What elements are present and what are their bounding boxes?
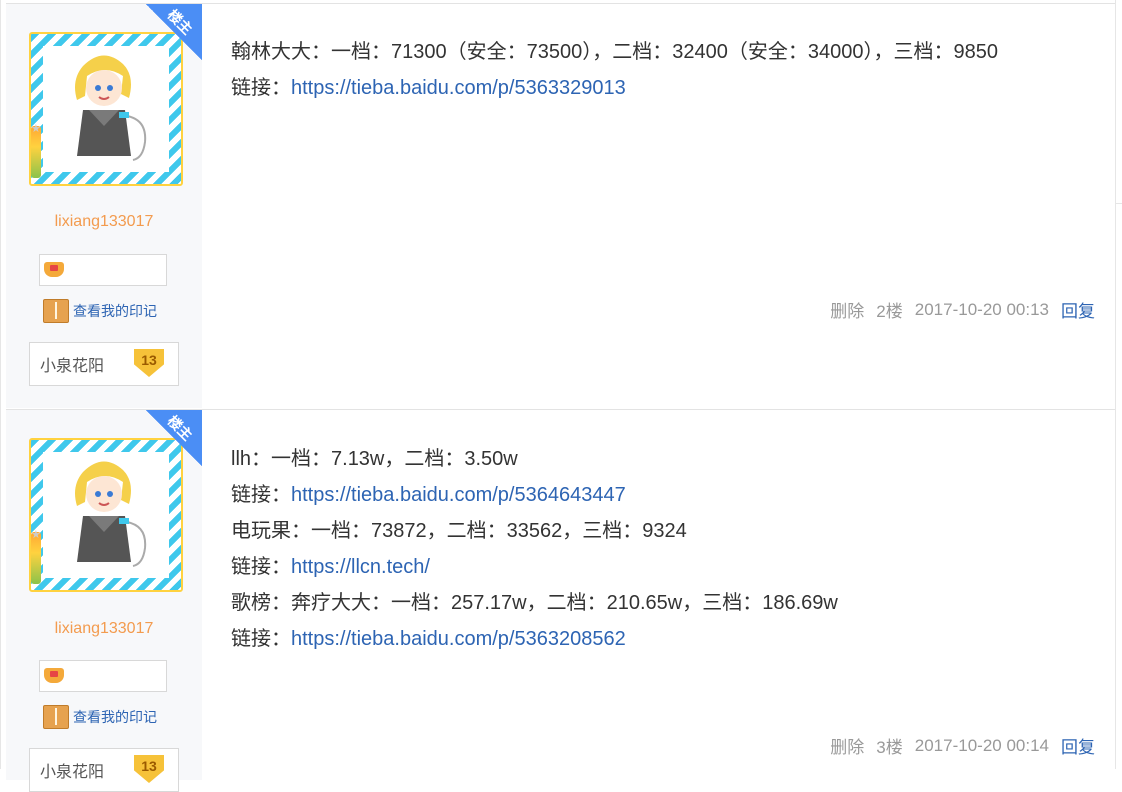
content-line: 歌榜：奔疗大大：一档：257.17w，二档：210.65w，三档：186.69w [231, 585, 1115, 621]
view-my-marks-label: 查看我的印记 [73, 303, 157, 319]
floor-number: 3楼 [876, 738, 903, 757]
anime-character-icon [75, 55, 147, 161]
reply-button[interactable]: 回复 [1061, 297, 1095, 322]
author-panel: ★ 楼主 lixiang133017 查看我的印记 小泉花阳 13 [6, 4, 202, 408]
view-my-marks-link[interactable]: 查看我的印记 [43, 298, 157, 324]
page-right-border [1115, 0, 1116, 769]
content-text: 歌榜：奔疗大大：一档：257.17w，二档：210.65w，三档：186.69w [231, 592, 838, 614]
content-link[interactable]: https://llcn.tech/ [291, 556, 430, 578]
honor-badge-icon [44, 668, 64, 683]
delete-button[interactable]: 删除 [830, 733, 864, 758]
fan-badge[interactable]: 小泉花阳 13 [29, 342, 179, 386]
content-text: 翰林大大：一档：71300（安全：73500），二档：32400（安全：3400… [231, 41, 998, 63]
floor-number: 2楼 [876, 302, 903, 321]
content-text: 链接： [231, 628, 291, 650]
avatar-image [43, 452, 169, 578]
content-line: 链接：https://tieba.baidu.com/p/5363208562 [231, 621, 1115, 657]
content-text: 链接： [231, 556, 291, 578]
post-meta: 删除 3楼 2017-10-20 00:14 回复 [830, 733, 1095, 758]
scroll-divider [1116, 203, 1122, 204]
reply-button[interactable]: 回复 [1061, 733, 1095, 758]
fan-badge-name: 小泉花阳 [40, 356, 105, 375]
op-badge-label: 楼主 [164, 412, 196, 444]
content-link[interactable]: https://tieba.baidu.com/p/5363329013 [291, 77, 626, 99]
content-line: llh：一档：7.13w，二档：3.50w [231, 441, 1115, 477]
content-line: 翰林大大：一档：71300（安全：73500），二档：32400（安全：3400… [231, 34, 1115, 70]
post-content: llh：一档：7.13w，二档：3.50w 链接：https://tieba.b… [231, 441, 1115, 657]
level-gem-icon: 13 [134, 755, 164, 783]
honor-box[interactable] [39, 660, 167, 692]
honor-badge-icon [44, 262, 64, 277]
fan-badge[interactable]: 小泉花阳 13 [29, 748, 179, 792]
content-text: 链接： [231, 77, 291, 99]
content-line: 链接：https://llcn.tech/ [231, 549, 1115, 585]
content-text: 链接： [231, 484, 291, 506]
post-content: 翰林大大：一档：71300（安全：73500），二档：32400（安全：3400… [231, 34, 1115, 106]
op-corner-badge: 楼主 [146, 410, 202, 466]
view-my-marks-label: 查看我的印记 [73, 709, 157, 725]
post-time: 2017-10-20 00:13 [914, 299, 1049, 319]
fan-badge-name: 小泉花阳 [40, 762, 105, 781]
honor-box[interactable] [39, 254, 167, 286]
star-icon: ★ [31, 123, 41, 135]
content-link[interactable]: https://tieba.baidu.com/p/5364643447 [291, 484, 626, 506]
author-panel: ★ 楼主 lixiang133017 查看我的印记 小泉花阳 13 [6, 410, 202, 792]
post-meta: 删除 2楼 2017-10-20 00:13 回复 [830, 297, 1095, 322]
anime-character-icon [75, 461, 147, 567]
book-icon [43, 299, 69, 323]
content-link[interactable]: https://tieba.baidu.com/p/5363208562 [291, 628, 626, 650]
book-icon [43, 705, 69, 729]
content-line: 电玩果：一档：73872，二档：33562，三档：9324 [231, 513, 1115, 549]
avatar-image [43, 46, 169, 172]
level-gem-icon: 13 [134, 349, 164, 377]
username[interactable]: lixiang133017 [6, 213, 202, 231]
username[interactable]: lixiang133017 [6, 620, 202, 638]
delete-button[interactable]: 删除 [830, 297, 864, 322]
content-text: 电玩果：一档：73872，二档：33562，三档：9324 [231, 520, 687, 542]
star-icon: ★ [31, 529, 41, 541]
op-corner-badge: 楼主 [146, 4, 202, 60]
content-line: 链接：https://tieba.baidu.com/p/5364643447 [231, 477, 1115, 513]
page-left-border [0, 0, 1, 769]
post-floor-3: ★ 楼主 lixiang133017 查看我的印记 小泉花阳 13 llh：一档… [6, 409, 1115, 792]
content-line: 链接：https://tieba.baidu.com/p/5363329013 [231, 70, 1115, 106]
post-time: 2017-10-20 00:14 [914, 735, 1049, 755]
view-my-marks-link[interactable]: 查看我的印记 [43, 704, 157, 730]
content-text: llh：一档：7.13w，二档：3.50w [231, 448, 518, 470]
op-badge-label: 楼主 [164, 6, 196, 38]
post-floor-2: ★ 楼主 lixiang133017 查看我的印记 小泉花阳 13 翰林大大：一… [6, 3, 1115, 408]
